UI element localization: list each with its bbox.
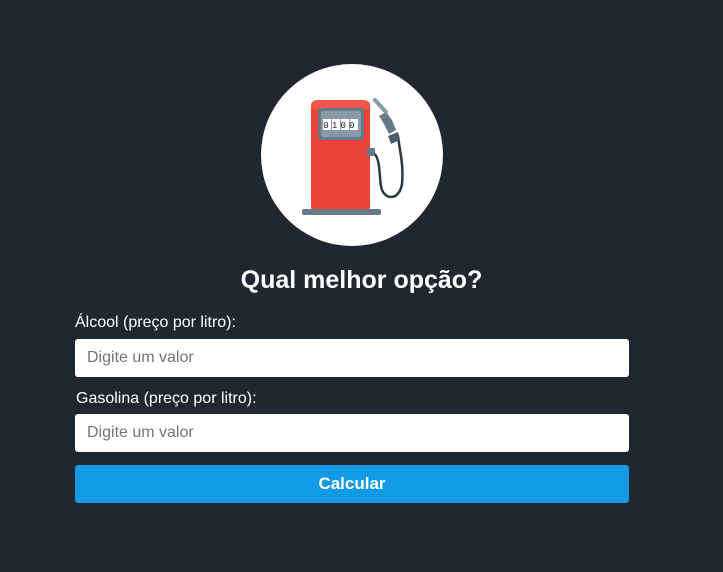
gasolina-price-input[interactable]	[75, 414, 629, 452]
calculate-button[interactable]: Calcular	[75, 465, 629, 503]
logo-circle: 0100	[261, 64, 443, 246]
fuel-pump-icon: 0100	[302, 98, 404, 215]
fuel-calculator-page: 0100 Qual melhor opção? Álcool (preço po…	[0, 0, 723, 572]
page-title: Qual melhor opção?	[240, 266, 483, 294]
pump-display-digits: 0100	[323, 121, 357, 131]
gasolina-label: Gasolina (preço por litro):	[76, 390, 257, 407]
alcool-label: Álcool (preço por litro):	[75, 314, 236, 331]
alcool-price-input[interactable]	[75, 339, 629, 377]
